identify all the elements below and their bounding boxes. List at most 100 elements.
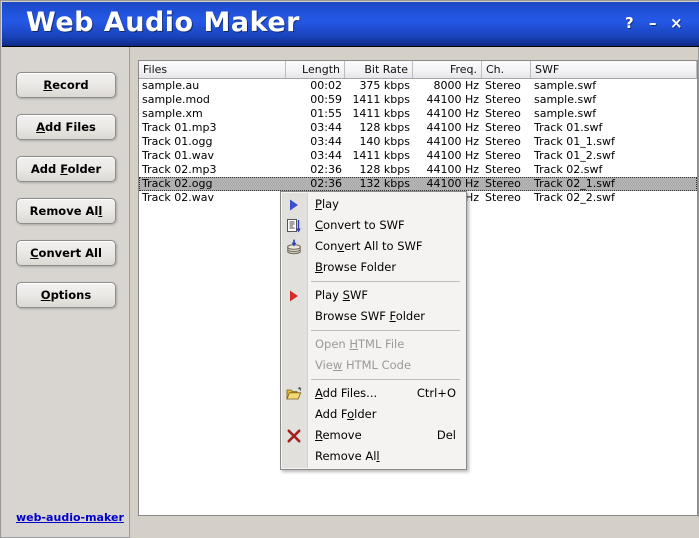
cell-swf: sample.swf — [534, 93, 597, 106]
menu-item-open-html-file: Open HTML File — [281, 334, 466, 355]
cell-file: Track 01.wav — [142, 149, 215, 162]
table-row[interactable]: sample.xm 01:55 1411 kbps 44100 Hz Stereo sam… — [139, 107, 697, 121]
menu-item-label: Remove — [315, 428, 362, 442]
cell-bitrate: 128 kbps — [359, 121, 410, 134]
web-audio-maker-link[interactable]: web-audio-maker — [16, 511, 124, 524]
cell-bitrate: 375 kbps — [359, 79, 410, 92]
cell-swf: Track 02_1.swf — [534, 177, 615, 190]
cell-file: Track 02.wav — [142, 191, 215, 204]
remove-x-icon — [286, 428, 302, 444]
file-list-header: Files Length Bit Rate Freq. Ch. SWF — [139, 61, 697, 79]
cell-length: 00:59 — [310, 93, 342, 106]
cell-file: sample.au — [142, 79, 200, 92]
column-header-bit-rate[interactable]: Bit Rate — [345, 61, 413, 78]
cell-length: 00:02 — [310, 79, 342, 92]
sidebar-panel: Record Add Files Add Folder Remove All C… — [2, 47, 130, 537]
table-row[interactable]: sample.mod 00:59 1411 kbps 44100 Hz Stereo sa… — [139, 93, 697, 107]
menu-item-label: View HTML Code — [315, 358, 412, 372]
cell-ch: Stereo — [485, 135, 521, 148]
add-folder-button[interactable]: Add Folder — [16, 156, 116, 182]
options-button-label: Options — [40, 288, 92, 302]
cell-freq: 44100 Hz — [426, 149, 479, 162]
help-button[interactable]: ? — [625, 16, 634, 31]
menu-separator — [311, 330, 460, 331]
cell-swf: Track 01.swf — [534, 121, 603, 134]
options-button[interactable]: Options — [16, 282, 116, 308]
cell-ch: Stereo — [485, 107, 521, 120]
title-bar: Web Audio Maker ? – × — [2, 2, 699, 47]
cell-freq: 44100 Hz — [426, 163, 479, 176]
table-row[interactable]: Track 02.mp3 02:36 128 kbps 44100 Hz Stereo T… — [139, 163, 697, 177]
minimize-button[interactable]: – — [649, 16, 657, 31]
convert-all-icon — [286, 239, 302, 255]
column-header-files[interactable]: Files — [139, 61, 286, 78]
menu-item-view-html-code: View HTML Code — [281, 355, 466, 376]
menu-separator — [311, 281, 460, 282]
cell-length: 03:44 — [310, 121, 342, 134]
cell-freq: 44100 Hz — [426, 135, 479, 148]
cell-ch: Stereo — [485, 93, 521, 106]
cell-length: 02:36 — [310, 163, 342, 176]
cell-length: 03:44 — [310, 135, 342, 148]
menu-item-browse-folder[interactable]: Browse Folder — [281, 257, 466, 278]
cell-length: 03:44 — [310, 149, 342, 162]
menu-item-play[interactable]: Play — [281, 194, 466, 215]
column-header-ch[interactable]: Ch. — [482, 61, 531, 78]
cell-freq: 44100 Hz — [426, 121, 479, 134]
cell-bitrate: 132 kbps — [359, 177, 410, 190]
cell-ch: Stereo — [485, 191, 521, 204]
cell-ch: Stereo — [485, 79, 521, 92]
cell-bitrate: 1411 kbps — [352, 107, 410, 120]
cell-swf: Track 01_2.swf — [534, 149, 615, 162]
menu-item-remove[interactable]: Remove Del — [281, 425, 466, 446]
column-header-freq[interactable]: Freq. — [413, 61, 482, 78]
application-window: Web Audio Maker ? – × Record Add Files A… — [0, 0, 699, 538]
menu-separator — [311, 379, 460, 380]
convert-icon — [286, 218, 302, 234]
cell-swf: sample.swf — [534, 107, 597, 120]
context-menu[interactable]: Play Convert to SWF Convert All to SWF Brow… — [280, 191, 467, 470]
column-header-length[interactable]: Length — [286, 61, 345, 78]
table-row[interactable]: sample.au 00:02 375 kbps 8000 Hz Stereo sampl… — [139, 79, 697, 93]
table-row[interactable]: Track 01.ogg 03:44 140 kbps 44100 Hz Stereo T… — [139, 135, 697, 149]
remove-all-button-label: Remove All — [29, 204, 103, 218]
menu-item-convert-to-swf[interactable]: Convert to SWF — [281, 215, 466, 236]
cell-length: 02:36 — [310, 177, 342, 190]
menu-item-add-folder[interactable]: Add Folder — [281, 404, 466, 425]
table-row[interactable]: Track 01.mp3 03:44 128 kbps 44100 Hz Stereo T… — [139, 121, 697, 135]
bottom-strip — [130, 517, 699, 538]
cell-bitrate: 1411 kbps — [352, 149, 410, 162]
menu-item-convert-all-to-swf[interactable]: Convert All to SWF — [281, 236, 466, 257]
menu-item-label: Convert All to SWF — [315, 239, 423, 253]
cell-ch: Stereo — [485, 121, 521, 134]
close-button[interactable]: × — [670, 16, 683, 31]
menu-item-label: Browse SWF Folder — [315, 309, 426, 323]
convert-all-button-label: Convert All — [30, 246, 102, 260]
cell-swf: Track 02_2.swf — [534, 191, 615, 204]
file-list-body[interactable]: sample.au 00:02 375 kbps 8000 Hz Stereo sampl… — [139, 79, 697, 205]
menu-item-shortcut: Ctrl+O — [416, 386, 456, 400]
cell-freq: 44100 Hz — [426, 177, 479, 190]
table-row[interactable]: Track 02.ogg 02:36 132 kbps 44100 Hz Stereo T… — [139, 177, 697, 191]
remove-all-button[interactable]: Remove All — [16, 198, 116, 224]
convert-all-button[interactable]: Convert All — [16, 240, 116, 266]
cell-swf: sample.swf — [534, 79, 597, 92]
play-red-icon — [286, 288, 302, 304]
menu-item-browse-swf-folder[interactable]: Browse SWF Folder — [281, 306, 466, 327]
cell-file: Track 02.ogg — [142, 177, 213, 190]
cell-freq: 44100 Hz — [426, 93, 479, 106]
menu-item-remove-all[interactable]: Remove All — [281, 446, 466, 467]
menu-item-label: Browse Folder — [315, 260, 397, 274]
menu-item-add-files[interactable]: Add Files... Ctrl+O — [281, 383, 466, 404]
column-header-swf[interactable]: SWF — [531, 61, 697, 78]
cell-swf: Track 02.swf — [534, 163, 603, 176]
cell-bitrate: 1411 kbps — [352, 93, 410, 106]
add-files-button[interactable]: Add Files — [16, 114, 116, 140]
menu-item-label: Add Folder — [315, 407, 377, 421]
table-row[interactable]: Track 01.wav 03:44 1411 kbps 44100 Hz Stereo… — [139, 149, 697, 163]
record-button[interactable]: Record — [16, 72, 116, 98]
play-blue-icon — [286, 197, 302, 213]
menu-item-play-swf[interactable]: Play SWF — [281, 285, 466, 306]
menu-item-label: Open HTML File — [315, 337, 405, 351]
add-folder-button-label: Add Folder — [30, 162, 102, 176]
